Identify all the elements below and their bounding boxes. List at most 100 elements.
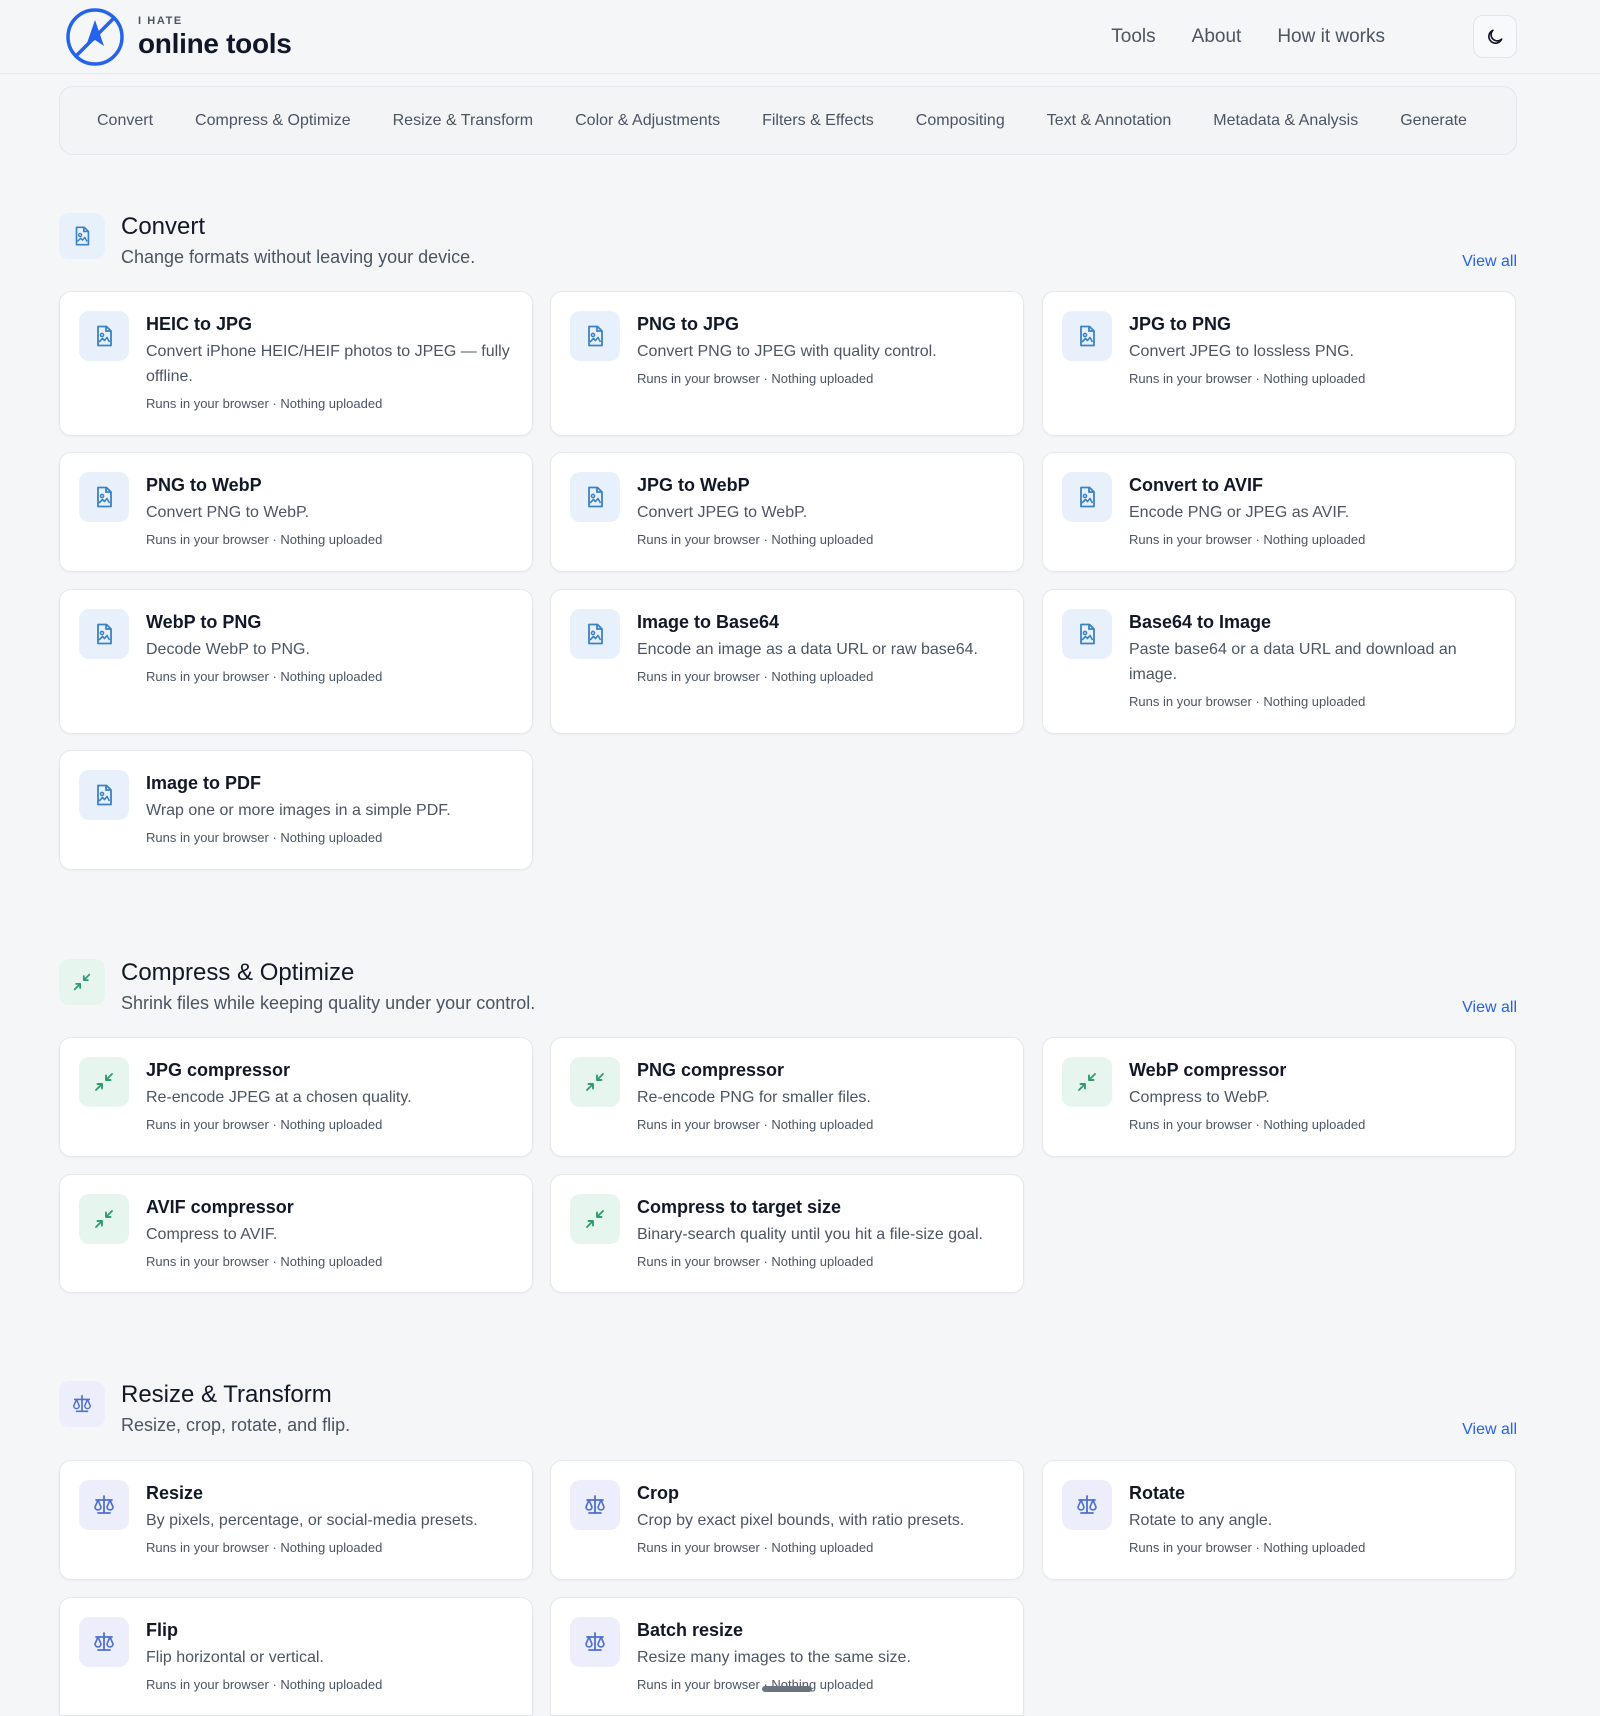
view-all-link[interactable]: View all <box>1462 253 1517 271</box>
tool-card-avif-compressor[interactable]: AVIF compressor Compress to AVIF. Runs i… <box>59 1174 533 1293</box>
tool-title: Base64 to Image <box>1129 612 1272 632</box>
tool-card-crop[interactable]: Crop Crop by exact pixel bounds, with ra… <box>550 1460 1024 1580</box>
tool-meta: Runs in your browser · Nothing uploaded <box>1129 371 1366 386</box>
tool-card-webp-to-png[interactable]: WebP to PNG Decode WebP to PNG. Runs in … <box>59 589 533 734</box>
tool-title: JPG compressor <box>146 1060 291 1080</box>
compress-arrows-icon <box>79 1057 129 1107</box>
view-all-link[interactable]: View all <box>1462 1421 1517 1439</box>
scale-icon <box>59 1381 105 1427</box>
tool-description: Re-encode JPEG at a chosen quality. <box>146 1089 412 1106</box>
category-tab-convert[interactable]: Convert <box>97 112 153 130</box>
compress-arrows-icon <box>1062 1057 1112 1107</box>
tool-description: Compress to AVIF. <box>146 1226 278 1243</box>
tool-description: By pixels, percentage, or social-media p… <box>146 1512 478 1529</box>
category-tabs: Convert Compress & Optimize Resize & Tra… <box>59 86 1517 155</box>
tool-title: Crop <box>637 1483 679 1503</box>
tool-meta: Runs in your browser · Nothing uploaded <box>146 532 383 547</box>
category-tab-metadata[interactable]: Metadata & Analysis <box>1213 112 1358 130</box>
scale-icon <box>570 1617 620 1667</box>
tool-card-compress-to-target-size[interactable]: Compress to target size Binary-search qu… <box>550 1174 1024 1293</box>
tool-card-png-to-webp[interactable]: PNG to WebP Convert PNG to WebP. Runs in… <box>59 452 533 572</box>
tool-description: Binary-search quality until you hit a fi… <box>637 1226 983 1243</box>
tool-meta: Runs in your browser · Nothing uploaded <box>146 1677 383 1692</box>
tool-card-batch-resize[interactable]: Batch resize Resize many images to the s… <box>550 1597 1024 1716</box>
tool-description: Crop by exact pixel bounds, with ratio p… <box>637 1512 965 1529</box>
file-image-icon <box>1062 609 1112 659</box>
tool-meta: Runs in your browser · Nothing uploaded <box>1129 532 1366 547</box>
tool-title: JPG to WebP <box>637 475 750 495</box>
compress-arrows-icon <box>79 1194 129 1244</box>
tool-card-webp-compressor[interactable]: WebP compressor Compress to WebP. Runs i… <box>1042 1037 1516 1157</box>
tool-card-heic-to-jpg[interactable]: HEIC to JPG Convert iPhone HEIC/HEIF pho… <box>59 291 533 436</box>
tool-card-jpg-compressor[interactable]: JPG compressor Re-encode JPEG at a chose… <box>59 1037 533 1157</box>
scroll-handle[interactable] <box>762 1686 812 1692</box>
tool-title: Image to Base64 <box>637 612 780 632</box>
category-tab-color[interactable]: Color & Adjustments <box>575 112 720 130</box>
tool-card-image-to-pdf[interactable]: Image to PDF Wrap one or more images in … <box>59 750 533 870</box>
tool-description: Paste base64 or a data URL and download … <box>1129 641 1457 683</box>
tool-meta: Runs in your browser · Nothing uploaded <box>146 1117 383 1132</box>
tool-card-png-compressor[interactable]: PNG compressor Re-encode PNG for smaller… <box>550 1037 1024 1157</box>
tool-card-flip[interactable]: Flip Flip horizontal or vertical. Runs i… <box>59 1597 533 1716</box>
tool-title: WebP compressor <box>1129 1060 1287 1080</box>
tool-description: Convert JPEG to lossless PNG. <box>1129 343 1354 360</box>
tool-card-jpg-to-webp[interactable]: JPG to WebP Convert JPEG to WebP. Runs i… <box>550 452 1024 572</box>
tool-title: Image to PDF <box>146 773 262 793</box>
tool-meta: Runs in your browser · Nothing uploaded <box>637 532 874 547</box>
logo-name: online tools <box>138 28 292 59</box>
scale-icon <box>1062 1480 1112 1530</box>
tool-card-convert-to-avif[interactable]: Convert to AVIF Encode PNG or JPEG as AV… <box>1042 452 1516 572</box>
file-image-icon <box>79 311 129 361</box>
category-tab-filters[interactable]: Filters & Effects <box>762 112 874 130</box>
category-tab-compositing[interactable]: Compositing <box>916 112 1005 130</box>
tool-title: Compress to target size <box>637 1197 842 1217</box>
section-title: Convert <box>121 213 206 240</box>
file-image-icon <box>1062 472 1112 522</box>
tool-title: Resize <box>146 1483 204 1503</box>
tool-title: Rotate <box>1129 1483 1186 1503</box>
tool-title: JPG to PNG <box>1129 314 1232 334</box>
category-tab-compress[interactable]: Compress & Optimize <box>195 112 351 130</box>
tool-description: Convert iPhone HEIC/HEIF photos to JPEG … <box>146 343 510 385</box>
tool-card-jpg-to-png[interactable]: JPG to PNG Convert JPEG to lossless PNG.… <box>1042 291 1516 436</box>
tool-title: PNG to WebP <box>146 475 262 495</box>
tool-title: PNG compressor <box>637 1060 785 1080</box>
tool-card-png-to-jpg[interactable]: PNG to JPG Convert PNG to JPEG with qual… <box>550 291 1024 436</box>
tool-card-image-to-base64[interactable]: Image to Base64 Encode an image as a dat… <box>550 589 1024 734</box>
section-subtitle: Shrink files while keeping quality under… <box>121 993 536 1013</box>
tool-card-resize[interactable]: Resize By pixels, percentage, or social-… <box>59 1460 533 1580</box>
tool-meta: Runs in your browser · Nothing uploaded <box>637 1254 874 1269</box>
tool-title: PNG to JPG <box>637 314 740 334</box>
file-image-icon <box>570 609 620 659</box>
view-all-link[interactable]: View all <box>1462 999 1517 1017</box>
tool-meta: Runs in your browser · Nothing uploaded <box>146 1540 383 1555</box>
tool-meta: Runs in your browser · Nothing uploaded <box>637 1677 874 1692</box>
scale-icon <box>79 1480 129 1530</box>
compress-arrows-icon <box>570 1194 620 1244</box>
tool-meta: Runs in your browser · Nothing uploaded <box>146 396 383 411</box>
tool-description: Flip horizontal or vertical. <box>146 1649 324 1666</box>
site-header: I HATE online tools Tools About How it w… <box>0 0 1600 74</box>
tool-description: Encode an image as a data URL or raw bas… <box>637 641 978 658</box>
tool-meta: Runs in your browser · Nothing uploaded <box>637 371 874 386</box>
tool-description: Decode WebP to PNG. <box>146 641 310 658</box>
nav-tools-link[interactable]: Tools <box>1111 26 1155 48</box>
category-tab-generate[interactable]: Generate <box>1400 112 1467 130</box>
category-tab-text[interactable]: Text & Annotation <box>1047 112 1172 130</box>
tool-title: AVIF compressor <box>146 1197 294 1217</box>
tool-description: Compress to WebP. <box>1129 1089 1270 1106</box>
nav-about-link[interactable]: About <box>1192 26 1242 48</box>
tool-meta: Runs in your browser · Nothing uploaded <box>637 1117 874 1132</box>
nav-how-it-works-link[interactable]: How it works <box>1277 26 1385 48</box>
tool-description: Encode PNG or JPEG as AVIF. <box>1129 504 1350 521</box>
theme-toggle-button[interactable] <box>1473 15 1517 58</box>
site-logo[interactable]: I HATE online tools <box>64 6 292 68</box>
tool-description: Convert PNG to JPEG with quality control… <box>637 343 937 360</box>
logo-tagline: I HATE <box>138 15 183 27</box>
tool-card-base64-to-image[interactable]: Base64 to Image Paste base64 or a data U… <box>1042 589 1516 734</box>
tool-title: Convert to AVIF <box>1129 475 1263 495</box>
tool-card-rotate[interactable]: Rotate Rotate to any angle. Runs in your… <box>1042 1460 1516 1580</box>
category-tab-resize[interactable]: Resize & Transform <box>393 112 533 130</box>
section-subtitle: Resize, crop, rotate, and flip. <box>121 1415 351 1435</box>
tool-meta: Runs in your browser · Nothing uploaded <box>146 669 383 684</box>
